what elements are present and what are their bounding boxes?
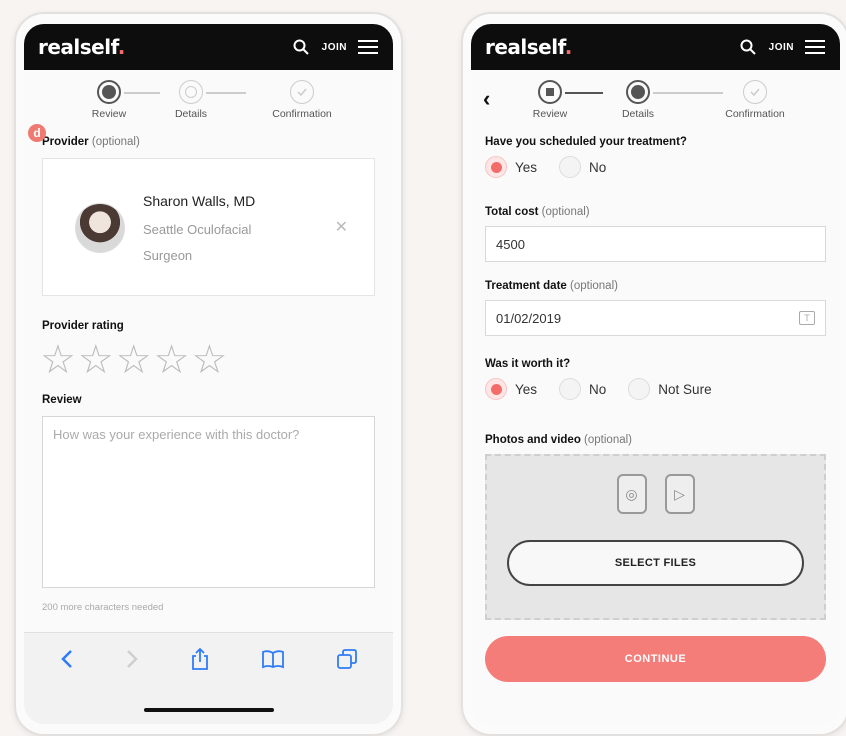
top-nav-bar: realself. JOIN bbox=[24, 24, 393, 70]
step-confirmation-indicator bbox=[743, 80, 767, 104]
step-confirmation-indicator bbox=[290, 80, 314, 104]
step-details: Details bbox=[593, 80, 683, 120]
browser-toolbar bbox=[24, 632, 393, 724]
total-cost-label: Total cost (optional) bbox=[485, 206, 590, 218]
worth-it-question: Was it worth it? bbox=[485, 358, 571, 370]
bookmarks-icon[interactable] bbox=[261, 649, 285, 674]
photo-upload-dropzone[interactable]: ◎ ▷ SELECT FILES bbox=[485, 454, 826, 620]
video-file-icon: ▷ bbox=[664, 474, 695, 514]
realself-logo[interactable]: realself. bbox=[38, 35, 125, 59]
step-details-label: Details bbox=[174, 108, 208, 120]
star-icon[interactable]: ☆ bbox=[191, 340, 227, 380]
home-indicator bbox=[143, 708, 274, 712]
right-screen: realself. JOIN ‹ Review Details Confirma… bbox=[471, 24, 840, 724]
step-review: Review bbox=[505, 80, 595, 120]
right-phone-frame: realself. JOIN ‹ Review Details Confirma… bbox=[463, 14, 846, 734]
step-details: Details bbox=[146, 80, 236, 120]
step-review-label: Review bbox=[532, 108, 568, 120]
step-review-label: Review bbox=[91, 108, 127, 120]
photos-video-label: Photos and video (optional) bbox=[485, 434, 632, 446]
continue-button[interactable]: CONTINUE bbox=[485, 636, 826, 682]
left-phone-frame: realself. JOIN Review Details Confirmati… bbox=[16, 14, 401, 734]
step-review-indicator bbox=[97, 80, 121, 104]
top-nav-bar: realself. JOIN bbox=[471, 24, 840, 70]
treatment-date-input[interactable]: 01/02/2019 T bbox=[485, 300, 826, 336]
star-rating[interactable]: ☆ ☆ ☆ ☆ ☆ bbox=[24, 340, 393, 380]
progress-steps: Review Details Confirmation bbox=[24, 70, 393, 130]
scheduled-radio-group: Yes No bbox=[471, 156, 840, 178]
provider-rating-label: Provider rating bbox=[42, 320, 124, 332]
left-screen: realself. JOIN Review Details Confirmati… bbox=[24, 24, 393, 724]
star-icon[interactable]: ☆ bbox=[78, 340, 114, 380]
share-icon[interactable] bbox=[190, 647, 210, 676]
step-connector bbox=[206, 92, 246, 94]
hamburger-menu-icon[interactable] bbox=[804, 36, 826, 58]
join-button[interactable]: JOIN bbox=[769, 42, 794, 53]
review-label: Review bbox=[42, 394, 82, 406]
search-icon[interactable] bbox=[737, 36, 759, 58]
realself-logo[interactable]: realself. bbox=[485, 35, 572, 59]
provider-label: Provider (optional) bbox=[42, 136, 140, 148]
step-details-indicator bbox=[179, 80, 203, 104]
step-confirmation: Confirmation bbox=[695, 80, 815, 120]
remove-provider-close-icon[interactable]: ✕ bbox=[335, 217, 348, 237]
step-confirmation-label: Confirmation bbox=[725, 108, 785, 120]
worth-it-radio-group: Yes No Not Sure bbox=[471, 378, 840, 400]
star-icon[interactable]: ☆ bbox=[116, 340, 152, 380]
step-review: Review bbox=[64, 80, 154, 120]
review-placeholder: How was your experience with this doctor… bbox=[53, 427, 300, 442]
back-icon[interactable] bbox=[60, 649, 74, 674]
hamburger-menu-icon[interactable] bbox=[357, 36, 379, 58]
back-chevron-icon[interactable]: ‹ bbox=[483, 86, 490, 112]
calendar-icon[interactable]: T bbox=[799, 311, 815, 325]
step-details-label: Details bbox=[621, 108, 655, 120]
scheduled-no-radio[interactable]: No bbox=[559, 156, 606, 178]
total-cost-input[interactable]: 4500 bbox=[485, 226, 826, 262]
characters-needed-hint: 200 more characters needed bbox=[42, 602, 164, 613]
document-icon bbox=[546, 88, 554, 96]
scheduled-yes-radio[interactable]: Yes bbox=[485, 156, 537, 178]
tabs-icon[interactable] bbox=[336, 648, 358, 675]
join-button[interactable]: JOIN bbox=[322, 42, 347, 53]
provider-avatar bbox=[75, 203, 125, 253]
treatment-date-label: Treatment date (optional) bbox=[485, 280, 618, 292]
provider-name: Sharon Walls, MD bbox=[143, 193, 256, 209]
annotation-badge: d bbox=[28, 124, 46, 142]
star-icon[interactable]: ☆ bbox=[40, 340, 76, 380]
checkmark-icon bbox=[297, 88, 307, 97]
search-icon[interactable] bbox=[290, 36, 312, 58]
step-review-indicator bbox=[538, 80, 562, 104]
photo-file-icon: ◎ bbox=[616, 474, 647, 514]
progress-steps: ‹ Review Details Confirmation bbox=[471, 70, 840, 130]
worth-not-sure-radio[interactable]: Not Sure bbox=[628, 378, 712, 400]
select-files-button[interactable]: SELECT FILES bbox=[507, 540, 804, 586]
step-confirmation: Confirmation bbox=[242, 80, 362, 120]
step-confirmation-label: Confirmation bbox=[272, 108, 332, 120]
star-icon[interactable]: ☆ bbox=[154, 340, 190, 380]
review-textarea[interactable]: How was your experience with this doctor… bbox=[42, 416, 375, 588]
step-details-indicator bbox=[626, 80, 650, 104]
worth-no-radio[interactable]: No bbox=[559, 378, 606, 400]
provider-specialty: Seattle Oculofacial Surgeon bbox=[143, 222, 252, 263]
checkmark-icon bbox=[750, 88, 760, 97]
forward-icon[interactable] bbox=[125, 649, 139, 674]
provider-card[interactable]: Sharon Walls, MD Seattle Oculofacial Sur… bbox=[42, 158, 375, 296]
worth-yes-radio[interactable]: Yes bbox=[485, 378, 537, 400]
scheduled-question: Have you scheduled your treatment? bbox=[485, 136, 687, 148]
